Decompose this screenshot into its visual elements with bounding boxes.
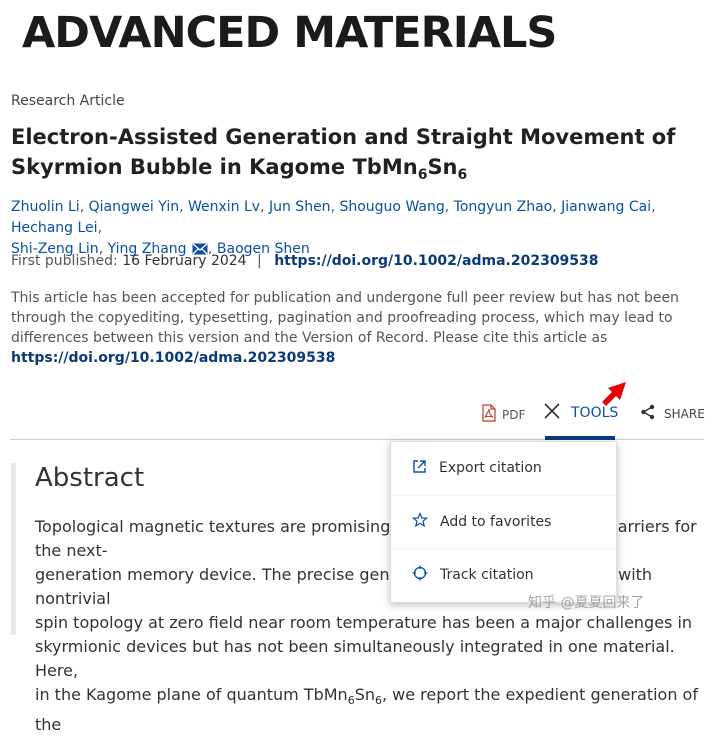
tools-active-indicator — [545, 436, 615, 440]
article-type: Research Article — [11, 93, 125, 109]
abstract-subscript: 6 — [374, 694, 382, 708]
separator: | — [257, 253, 262, 269]
publication-info: First published: 16 February 2024 | http… — [11, 253, 599, 269]
author-link[interactable]: Zhuolin Li — [11, 199, 80, 215]
author-link[interactable]: Jun Shen — [269, 199, 331, 215]
export-icon — [412, 459, 427, 478]
abstract-line: skyrmionic devices but has not been simu… — [35, 637, 675, 680]
author-link[interactable]: Shouguo Wang — [339, 199, 444, 215]
menu-item-label: Export citation — [439, 460, 542, 476]
abstract-side-bar — [11, 463, 16, 635]
notice-doi-link[interactable]: https://doi.org/10.1002/adma.202309538 — [11, 350, 335, 366]
abstract-subscript: 6 — [347, 694, 355, 708]
share-button[interactable]: SHARE — [640, 404, 705, 423]
author-link[interactable]: Hechang Lei — [11, 220, 98, 236]
title-subscript: 6 — [457, 167, 468, 184]
author-link[interactable]: Wenxin Lv — [188, 199, 260, 215]
abstract-line: in the Kagome plane of quantum TbMn — [35, 685, 348, 704]
share-label: SHARE — [664, 406, 705, 421]
menu-item-label: Add to favorites — [440, 513, 552, 530]
title-subscript: 6 — [417, 167, 428, 184]
article-title: Electron-Assisted Generation and Straigh… — [11, 122, 691, 190]
title-line-1: Electron-Assisted Generation and Straigh… — [11, 125, 676, 149]
red-arrow-icon — [602, 382, 626, 406]
star-icon — [411, 511, 429, 532]
accepted-article-notice: This article has been accepted for publi… — [11, 288, 701, 368]
author-link[interactable]: Tongyun Zhao — [454, 199, 553, 215]
abstract-line: spin topology at zero field near room te… — [35, 613, 693, 632]
target-icon — [412, 565, 428, 585]
doi-link[interactable]: https://doi.org/10.1002/adma.202309538 — [274, 253, 598, 269]
menu-item-add-to-favorites[interactable]: Add to favorites — [391, 495, 616, 547]
title-element: Sn — [427, 155, 458, 179]
watermark: 知乎 @夏夏回来了 — [528, 595, 645, 611]
close-icon[interactable] — [543, 402, 561, 424]
tools-dropdown-menu: Export citation Add to favorites Track c… — [390, 441, 617, 603]
author-link[interactable]: Qiangwei Yin — [89, 199, 179, 215]
pdf-icon — [482, 404, 496, 425]
notice-text: This article has been accepted for publi… — [11, 290, 679, 346]
abstract-heading: Abstract — [35, 463, 145, 493]
menu-item-label: Track citation — [440, 566, 534, 583]
journal-logo[interactable]: ADVANCED MATERIALS — [22, 8, 632, 58]
publication-date: 16 February 2024 — [122, 253, 247, 269]
tools-label: TOOLS — [571, 405, 619, 421]
abstract-element: Sn — [354, 685, 375, 704]
author-link[interactable]: Jianwang Cai — [561, 199, 651, 215]
menu-item-export-citation[interactable]: Export citation — [391, 442, 616, 494]
pdf-label: PDF — [502, 407, 526, 422]
first-published-label: First published: — [11, 253, 118, 269]
pdf-button[interactable]: PDF — [482, 404, 525, 425]
share-icon — [640, 404, 656, 423]
title-line-2: Skyrmion Bubble in Kagome TbMn — [11, 155, 418, 179]
